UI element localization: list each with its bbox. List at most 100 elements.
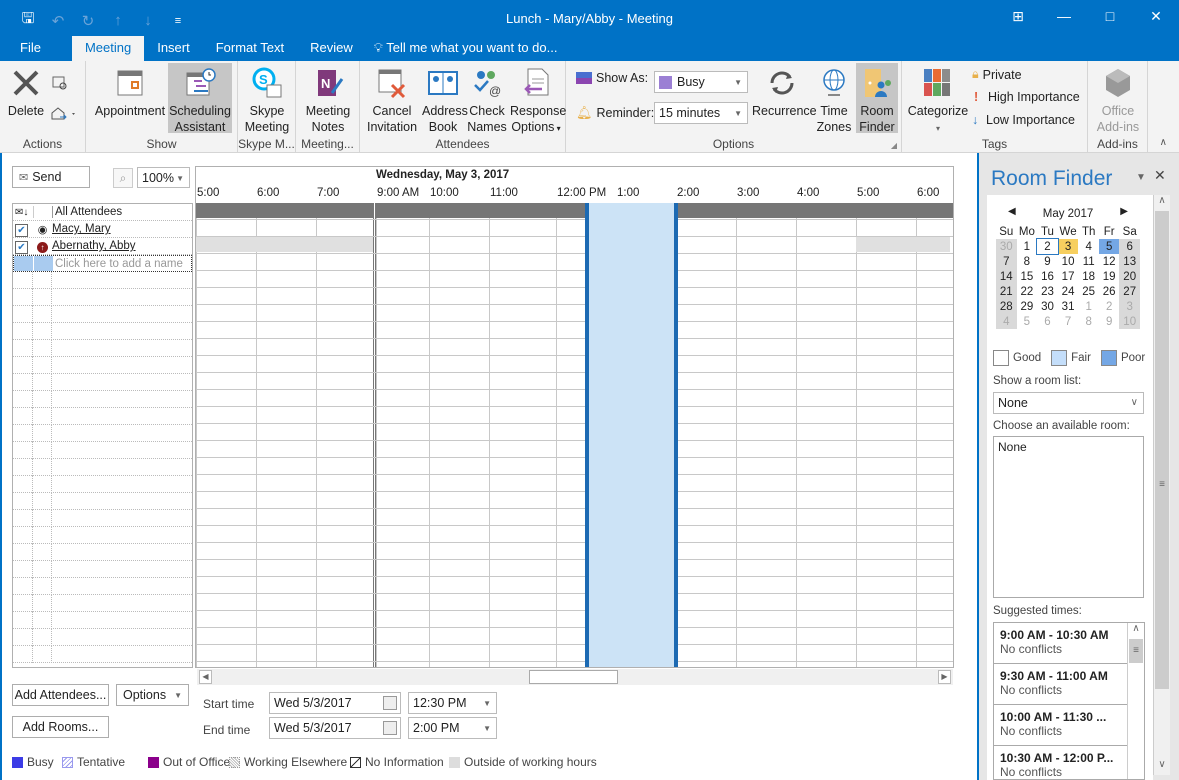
response-options-button[interactable]: Response Options ▾ bbox=[510, 63, 566, 134]
scroll-right-icon[interactable]: ▶ bbox=[938, 670, 951, 684]
scrollbar-thumb[interactable] bbox=[1155, 211, 1169, 689]
time-zones-button[interactable]: Time Zones bbox=[814, 63, 854, 134]
horizontal-scrollbar[interactable]: ◀ ▶ bbox=[197, 669, 953, 685]
tell-me-search[interactable]: 💡︎ Tell me what you want to do... bbox=[366, 36, 571, 61]
calendar-day[interactable]: 2 bbox=[1036, 238, 1059, 255]
calendar-day[interactable]: 11 bbox=[1078, 254, 1099, 269]
vertical-scrollbar[interactable]: ∧ ≡ ∨ bbox=[1153, 195, 1170, 775]
collapse-ribbon-icon[interactable]: ∧ bbox=[1160, 137, 1167, 148]
show-as-dropdown[interactable]: Busy ▼ bbox=[654, 71, 748, 93]
scroll-left-icon[interactable]: ◀ bbox=[199, 670, 212, 684]
next-month-icon[interactable]: ▶ bbox=[1120, 206, 1128, 217]
checkbox-checked[interactable]: ✔ bbox=[15, 240, 28, 254]
calendar-day[interactable]: 17 bbox=[1058, 269, 1079, 284]
reminder-dropdown[interactable]: 15 minutes ▼ bbox=[654, 102, 748, 124]
tab-insert[interactable]: Insert bbox=[144, 36, 203, 61]
close-icon[interactable]: ✕ bbox=[1133, 0, 1179, 32]
dialog-launcher-icon[interactable]: ◢ bbox=[891, 141, 897, 150]
calendar-day[interactable]: 27 bbox=[1119, 284, 1140, 299]
attendee-row[interactable]: ✔ ↑ Abernathy, Abby bbox=[13, 238, 192, 255]
calendar-day[interactable]: 4 bbox=[996, 314, 1017, 329]
envelope-sort-icon[interactable]: ✉↓ bbox=[13, 207, 33, 218]
calendar-picker-icon[interactable] bbox=[383, 721, 397, 735]
calendar-day[interactable]: 25 bbox=[1078, 284, 1099, 299]
maximize-icon[interactable]: □ bbox=[1087, 0, 1133, 32]
minimize-icon[interactable]: — bbox=[1041, 0, 1087, 32]
address-book-button[interactable]: Address Book bbox=[422, 63, 468, 134]
checkbox-checked[interactable]: ✔ bbox=[15, 223, 28, 237]
close-pane-icon[interactable]: ✕ bbox=[1154, 167, 1166, 184]
calendar-day[interactable]: 24 bbox=[1058, 284, 1079, 299]
add-name-row[interactable]: Click here to add a name bbox=[13, 255, 192, 272]
calendar-day[interactable]: 5 bbox=[1098, 239, 1120, 254]
attendee-name[interactable]: Macy, Mary bbox=[52, 223, 111, 235]
high-importance-button[interactable]: ! High Importance bbox=[974, 90, 1080, 104]
prev-month-icon[interactable]: ◀ bbox=[1008, 206, 1016, 217]
private-button[interactable]: 🔒︎ Private bbox=[972, 67, 1022, 82]
end-date-field[interactable]: Wed 5/3/2017 bbox=[269, 717, 401, 739]
calendar-day[interactable]: 30 bbox=[1037, 299, 1057, 314]
calendar-day[interactable]: 4 bbox=[1078, 239, 1099, 254]
recurrence-button[interactable]: Recurrence bbox=[752, 63, 817, 133]
calendar-day[interactable]: 15 bbox=[1017, 269, 1038, 284]
calendar-day[interactable]: 5 bbox=[1017, 314, 1038, 329]
scrollbar-thumb[interactable] bbox=[529, 670, 618, 684]
skype-meeting-button[interactable]: S Skype Meeting bbox=[240, 63, 294, 134]
zoom-icon[interactable]: ⌕ bbox=[113, 168, 133, 188]
calendar-picker-icon[interactable] bbox=[383, 696, 397, 710]
calendar-day[interactable]: 22 bbox=[1017, 284, 1038, 299]
suggested-time-item[interactable]: 9:00 AM - 10:30 AM No conflicts bbox=[994, 623, 1127, 664]
suggested-scrollbar[interactable]: ∧ ≡ bbox=[1127, 623, 1144, 779]
options-dropdown-button[interactable]: Options ▼ bbox=[116, 684, 189, 706]
calendar-day[interactable]: 3 bbox=[1119, 299, 1140, 314]
meeting-notes-button[interactable]: N Meeting Notes bbox=[300, 63, 356, 134]
calendar-day[interactable]: 10 bbox=[1058, 254, 1079, 269]
scroll-down-icon[interactable]: ∨ bbox=[1154, 759, 1170, 775]
move-message-icon[interactable] bbox=[50, 105, 78, 121]
attendee-name[interactable]: Abernathy, Abby bbox=[52, 240, 136, 252]
calendar-day[interactable]: 16 bbox=[1037, 269, 1057, 284]
calendar-day[interactable]: 10 bbox=[1119, 314, 1140, 329]
calendar-day[interactable]: 21 bbox=[996, 284, 1017, 299]
tab-format-text[interactable]: Format Text bbox=[203, 36, 297, 61]
calendar-day[interactable]: 8 bbox=[1017, 254, 1038, 269]
calendar-day[interactable]: 6 bbox=[1119, 239, 1140, 254]
suggested-time-item[interactable]: 10:00 AM - 11:30 ... No conflicts bbox=[994, 705, 1127, 746]
suggested-time-item[interactable]: 9:30 AM - 11:00 AM No conflicts bbox=[994, 664, 1127, 705]
cancel-invitation-button[interactable]: Cancel Invitation bbox=[364, 63, 420, 134]
scheduling-assistant-button[interactable]: Scheduling Assistant bbox=[168, 63, 232, 134]
calendar-day[interactable]: 31 bbox=[1058, 299, 1079, 314]
calendar-day[interactable]: 7 bbox=[1058, 314, 1079, 329]
calendar-search-icon[interactable] bbox=[52, 75, 68, 91]
pane-menu-icon[interactable]: ▼ bbox=[1136, 172, 1146, 183]
start-date-field[interactable]: Wed 5/3/2017 bbox=[269, 692, 401, 714]
low-importance-button[interactable]: ↓ Low Importance bbox=[972, 113, 1075, 127]
appointment-button[interactable]: Appointment bbox=[92, 63, 168, 133]
tab-meeting[interactable]: Meeting bbox=[71, 36, 145, 61]
scroll-up-icon[interactable]: ∧ bbox=[1154, 195, 1170, 211]
send-button[interactable]: ✉ Send bbox=[12, 166, 90, 188]
calendar-day[interactable]: 7 bbox=[996, 254, 1017, 269]
calendar-day[interactable]: 2 bbox=[1099, 299, 1119, 314]
calendar-day[interactable]: 14 bbox=[996, 269, 1017, 284]
calendar-day[interactable]: 18 bbox=[1078, 269, 1099, 284]
calendar-day[interactable]: 19 bbox=[1099, 269, 1119, 284]
calendar-day[interactable]: 13 bbox=[1119, 254, 1140, 269]
end-time-dropdown[interactable]: 2:00 PM ▼ bbox=[408, 717, 497, 739]
office-addins-button[interactable]: Office Add-ins bbox=[1094, 63, 1142, 134]
room-list-dropdown[interactable]: None ∨ bbox=[993, 392, 1144, 414]
categorize-button[interactable]: Categorize ▾ bbox=[906, 63, 970, 133]
calendar-day[interactable]: 1 bbox=[1078, 299, 1099, 314]
calendar-day[interactable]: 8 bbox=[1078, 314, 1099, 329]
zoom-dropdown[interactable]: 100% ▼ bbox=[137, 167, 190, 188]
calendar-day[interactable]: 9 bbox=[1037, 254, 1057, 269]
calendar-day[interactable]: 12 bbox=[1099, 254, 1119, 269]
calendar-day[interactable]: 6 bbox=[1037, 314, 1057, 329]
add-name-input[interactable]: Click here to add a name bbox=[53, 258, 183, 270]
ribbon-display-icon[interactable]: ⊞ bbox=[995, 0, 1041, 32]
room-list-item[interactable]: None bbox=[998, 440, 1027, 454]
calendar-day[interactable]: 20 bbox=[1119, 269, 1140, 284]
add-rooms-button[interactable]: Add Rooms... bbox=[12, 716, 109, 738]
calendar-day[interactable]: 26 bbox=[1099, 284, 1119, 299]
room-finder-button[interactable]: Room Finder bbox=[856, 63, 898, 134]
